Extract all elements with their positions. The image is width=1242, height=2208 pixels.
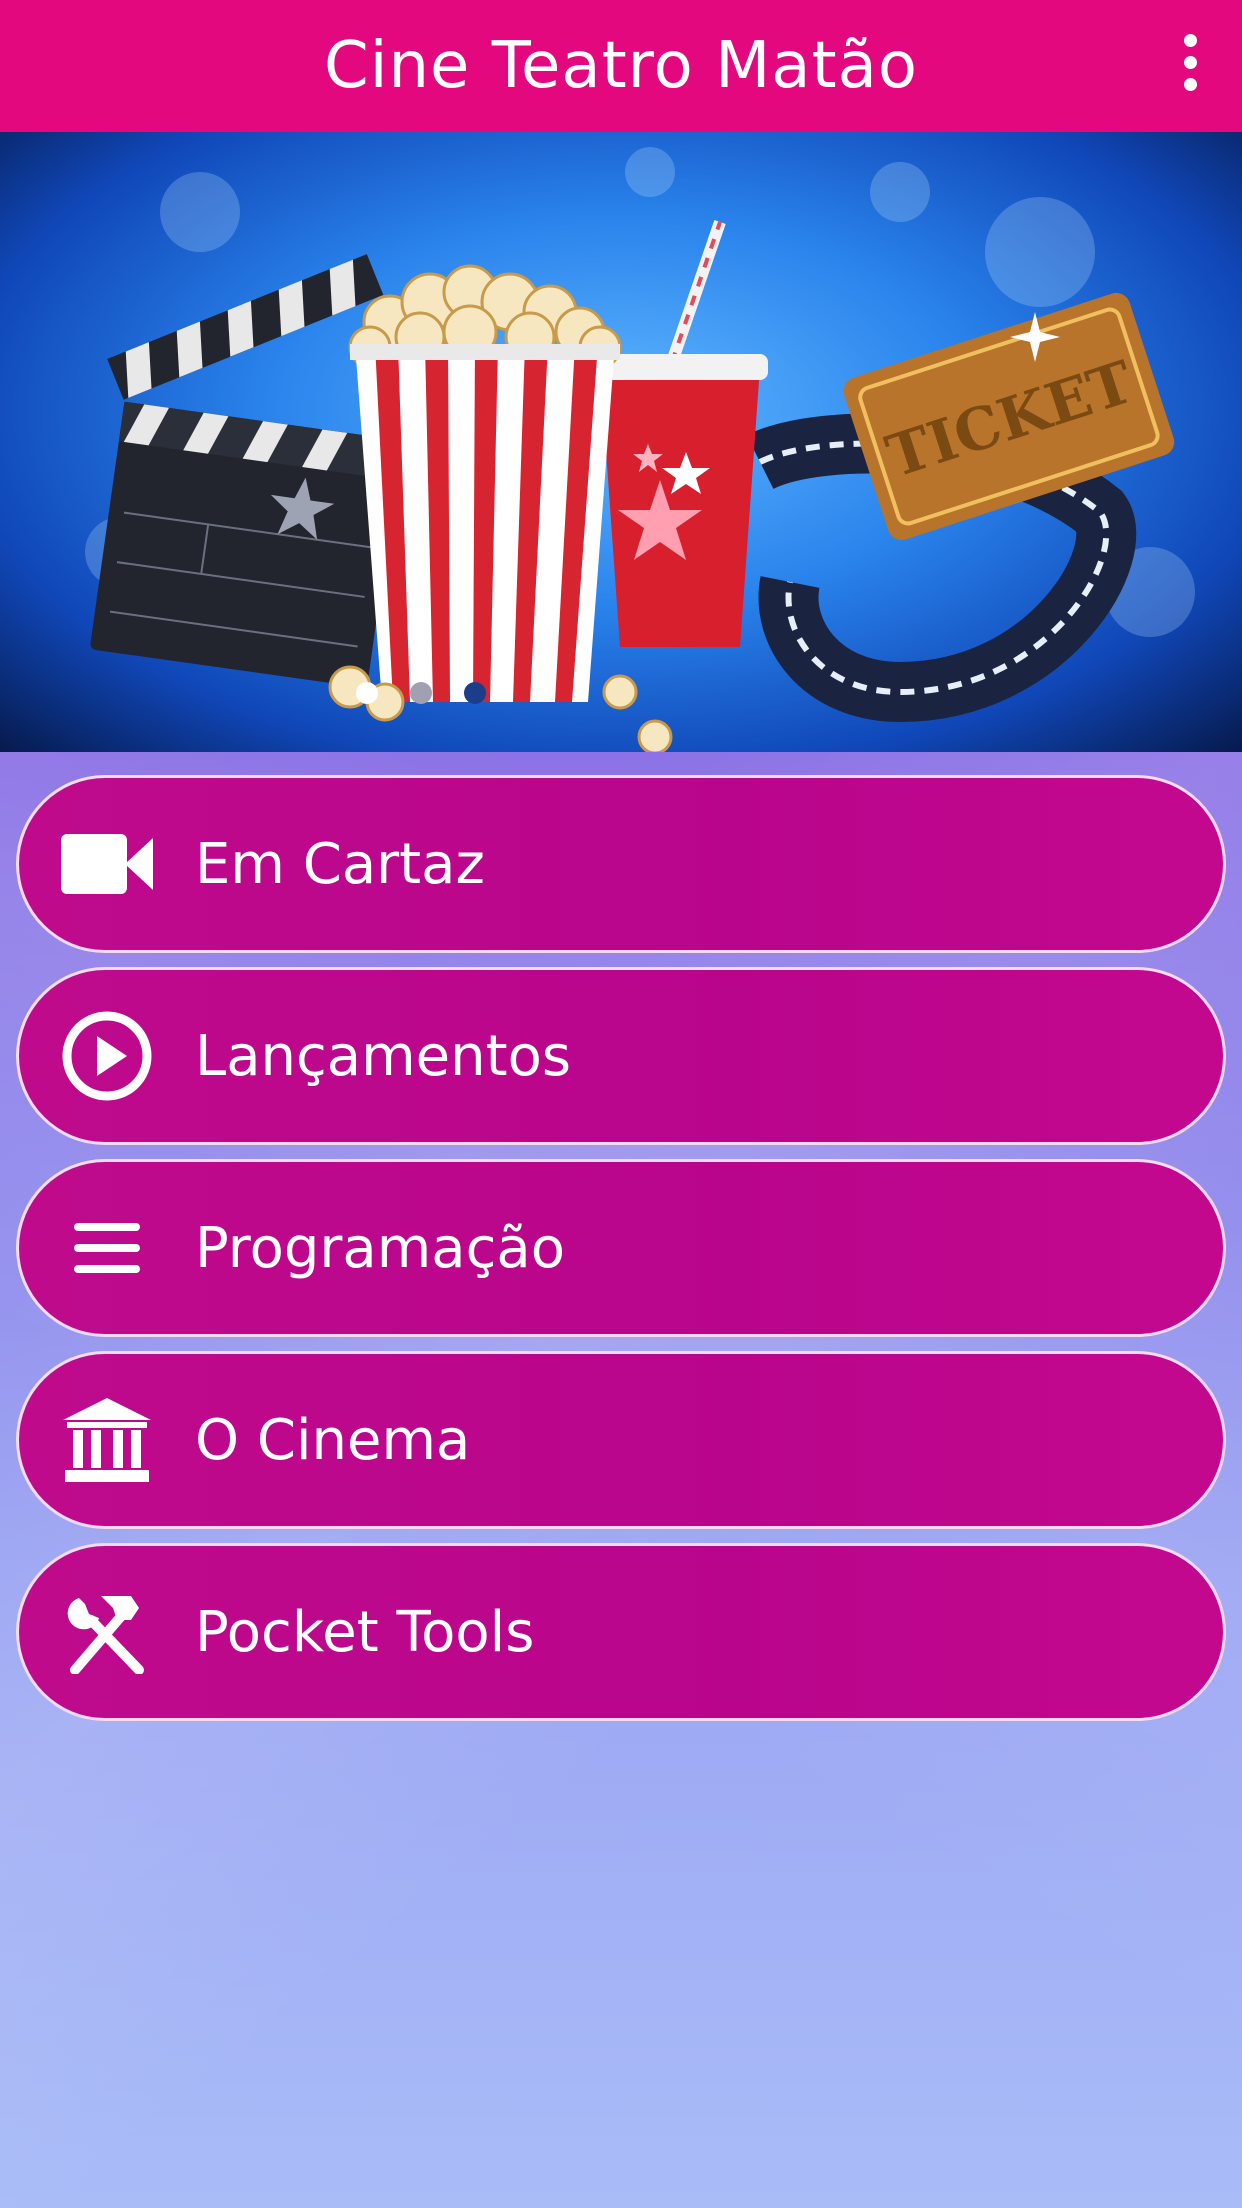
- menu-button-em-cartaz[interactable]: Em Cartaz: [16, 775, 1226, 953]
- app-title: Cine Teatro Matão: [324, 29, 918, 103]
- carousel-dot[interactable]: [410, 682, 432, 704]
- video-camera-icon: [59, 816, 155, 912]
- menu-label: Pocket Tools: [195, 1599, 535, 1665]
- main-menu: Em Cartaz Lançamentos Programação O Cine…: [16, 775, 1226, 1735]
- bank-building-icon: [59, 1392, 155, 1488]
- overflow-menu-icon[interactable]: [1160, 22, 1220, 102]
- tools-icon: [59, 1584, 155, 1680]
- menu-button-pocket-tools[interactable]: Pocket Tools: [16, 1543, 1226, 1721]
- menu-label: Programação: [195, 1215, 565, 1281]
- menu-label: Em Cartaz: [195, 831, 485, 897]
- play-circle-icon: [59, 1008, 155, 1104]
- menu-button-lancamentos[interactable]: Lançamentos: [16, 967, 1226, 1145]
- menu-button-o-cinema[interactable]: O Cinema: [16, 1351, 1226, 1529]
- cinema-banner-illustration: TICKET: [85, 147, 1195, 752]
- carousel-indicator: [0, 682, 1042, 704]
- menu-button-programacao[interactable]: Programação: [16, 1159, 1226, 1337]
- banner-carousel[interactable]: TICKET: [0, 132, 1242, 752]
- app-bar: Cine Teatro Matão: [0, 0, 1242, 132]
- carousel-dot[interactable]: [464, 682, 486, 704]
- menu-label: O Cinema: [195, 1407, 471, 1473]
- list-icon: [59, 1200, 155, 1296]
- carousel-dot[interactable]: [356, 682, 378, 704]
- menu-label: Lançamentos: [195, 1023, 572, 1089]
- soda-cup-icon: [592, 220, 768, 647]
